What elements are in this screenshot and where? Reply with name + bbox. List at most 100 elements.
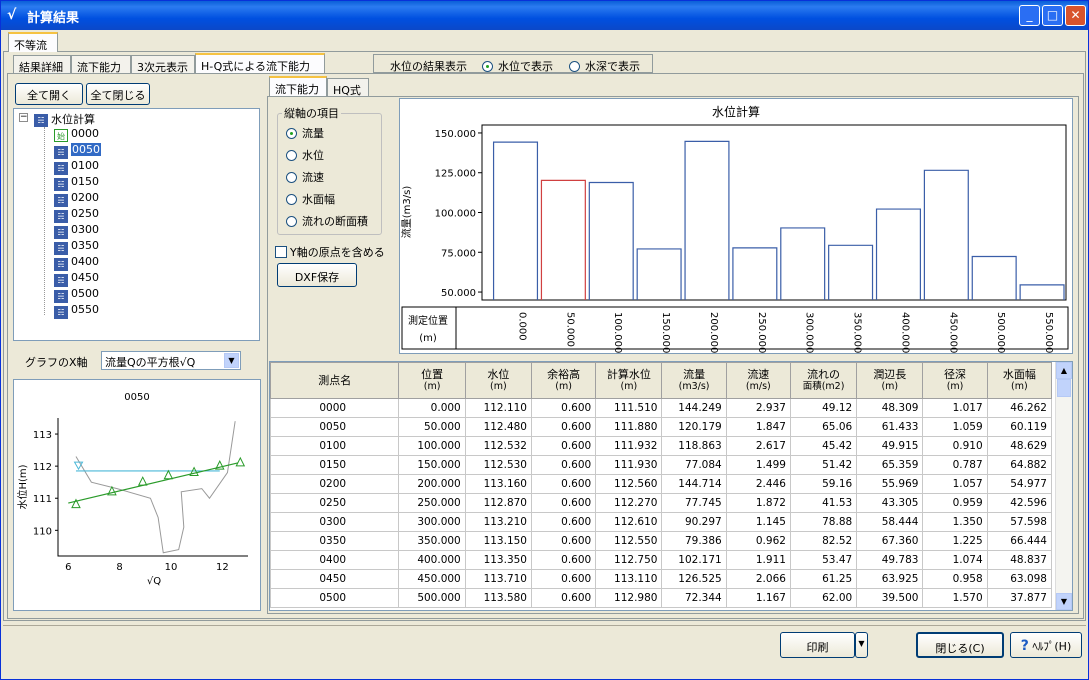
tree-item-0200[interactable]: ☵ 0200 [54,191,99,207]
tree-item-0500[interactable]: ☵ 0500 [54,287,99,303]
table-row[interactable]: 0450 450.000 113.710 0.600 113.110 126.525 2.0… [270,569,1053,589]
scroll-up-icon[interactable]: ▲ [1056,362,1072,379]
print-dropdown-icon[interactable]: ▼ [855,632,868,658]
table-cell: 57.598 [986,512,1053,532]
column-header[interactable]: 余裕高 (m) [530,362,597,399]
tree-item-0350[interactable]: ☵ 0350 [54,239,99,255]
axis-option-1[interactable]: 水位 [286,147,324,163]
axis-option-label: 水位 [302,149,324,162]
table-cell: 112.870 [464,493,532,513]
close-window-button[interactable]: ✕ [1065,5,1086,26]
tree-item-0000[interactable]: 始 0000 [54,127,99,143]
table-row[interactable]: 0100 100.000 112.532 0.600 111.932 118.863 2.6… [270,436,1053,456]
table-row[interactable]: 0500 500.000 113.580 0.600 112.980 72.344 1.16… [270,588,1053,608]
column-header[interactable]: 流量 (m3/s) [661,362,727,399]
title-bar[interactable]: √ 計算結果 _ □ ✕ [1,1,1088,30]
tree-item-label: 0350 [71,239,99,252]
tree-item-0050[interactable]: ☵ 0050 [54,143,101,159]
tree-root-label: 水位計算 [51,113,95,126]
tree-root[interactable]: ☵ 水位計算 [34,111,95,127]
tree-item-0100[interactable]: ☵ 0100 [54,159,99,175]
header-unit: (m/s) [745,380,771,392]
axis-option-2[interactable]: 流速 [286,169,324,185]
column-header[interactable]: 位置 (m) [398,362,466,399]
header-unit: (m) [423,380,441,392]
header-title: 測点名 [318,373,352,387]
graph-x-select[interactable]: 流量Qの平方根√Q ▼ [101,351,241,370]
radio-water-depth[interactable]: 水深で表示 [569,58,640,74]
table-cell: 0.787 [922,455,988,475]
table-cell: 63.925 [856,569,924,589]
column-header[interactable]: 径深 (m) [922,362,988,399]
table-cell: 100.000 [398,436,466,456]
y-origin-checkbox[interactable]: Y軸の原点を含める [275,244,385,260]
results-table: 測点名 位置 (m) 水位 (m) 余裕高 (m) 計算水位 (m) 流量 (m3/s) 流速 (m/s… [270,362,1053,608]
table-row[interactable]: 0300 300.000 113.210 0.600 112.610 90.297 1.14… [270,512,1053,532]
x-label-box [401,306,1069,350]
dxf-save-button[interactable]: DXF保存 [277,263,357,287]
header-title: 水位 [487,367,510,381]
table-row[interactable]: 0050 50.000 112.480 0.600 111.880 120.179 1.84… [270,417,1053,437]
table-row[interactable]: 0400 400.000 113.350 0.600 112.750 102.171 1.9… [270,550,1053,570]
table-cell: 42.596 [986,493,1053,513]
vertical-scrollbar[interactable]: ▲ ▼ [1055,362,1072,610]
table-row[interactable]: 0150 150.000 112.530 0.600 111.930 77.084 1.49… [270,455,1053,475]
table-cell: 144.714 [661,474,727,494]
main-chart: 水位計算 150.000 125.000 100.000 75.000 50.000 流量(… [400,104,1069,353]
tree-item-0550[interactable]: ☵ 0550 [54,303,99,319]
x-axis-label: 測定位置 [408,314,448,327]
tab-capacity[interactable]: 流下能力 [269,76,327,96]
tree-item-0450[interactable]: ☵ 0450 [54,271,99,287]
tab-hq-flow-capacity[interactable]: H-Q式による流下能力 [195,53,325,73]
minimize-button[interactable]: _ [1019,5,1040,26]
small-axes [57,418,248,557]
radio-water-level-label: 水位で表示 [498,60,553,73]
tab-result-detail[interactable]: 結果詳細 [13,55,71,75]
table-row[interactable]: 0350 350.000 113.150 0.600 112.550 79.386 0.96… [270,531,1053,551]
table-cell: 58.444 [856,512,924,532]
tree-item-0300[interactable]: ☵ 0300 [54,223,99,239]
radio-water-level[interactable]: 水位で表示 [482,58,553,74]
scroll-down-icon[interactable]: ▼ [1056,593,1072,610]
close-button[interactable]: 閉じる(C) [916,632,1004,658]
tree-item-0150[interactable]: ☵ 0150 [54,175,99,191]
tab-flow-capacity[interactable]: 流下能力 [71,55,131,75]
tree-item-0400[interactable]: ☵ 0400 [54,255,99,271]
table-cell: 111.880 [595,417,663,437]
table-cell: 61.25 [789,569,858,589]
axis-option-4[interactable]: 流れの断面積 [286,213,368,229]
chevron-down-icon[interactable]: ▼ [224,353,239,368]
column-header[interactable]: 流れの 面積(m2) [789,362,858,399]
help-label: ﾍﾙﾌﾟ(H) [1032,640,1072,653]
column-header[interactable]: 測点名 [270,362,400,399]
print-button[interactable]: 印刷 [780,632,855,658]
x-tick-label: 450.000 [947,312,958,353]
maximize-button[interactable]: □ [1042,5,1063,26]
tab-3d-view[interactable]: 3次元表示 [131,55,195,75]
column-header[interactable]: 流速 (m/s) [725,362,791,399]
axis-option-3[interactable]: 水面幅 [286,191,335,207]
table-row[interactable]: 0250 250.000 112.870 0.600 112.270 77.745 1.87… [270,493,1053,513]
collapse-toggle-icon[interactable]: − [19,113,28,122]
tree-item-label: 0250 [71,207,99,220]
column-header[interactable]: 計算水位 (m) [595,362,663,399]
tree-item-0250[interactable]: ☵ 0250 [54,207,99,223]
tab-unsteady[interactable]: 不等流 [8,32,58,52]
table-cell: 50.000 [398,417,466,437]
station-icon: ☵ [54,178,68,191]
expand-all-button[interactable]: 全て開く [15,83,83,105]
checkbox-box[interactable] [275,246,287,258]
column-header[interactable]: 水面幅 (m) [986,362,1053,399]
axis-option-label: 流量 [302,127,324,140]
axis-option-0[interactable]: 流量 [286,125,324,141]
column-header[interactable]: 水位 (m) [464,362,532,399]
scroll-thumb[interactable] [1057,379,1071,397]
table-cell: 1.145 [725,512,791,532]
tab-hq-formula[interactable]: HQ式 [327,78,369,98]
table-row[interactable]: 0200 200.000 113.160 0.600 112.560 144.714 2.4… [270,474,1053,494]
table-cell: 0350 [270,531,400,551]
collapse-all-button[interactable]: 全て閉じる [86,83,150,105]
table-row[interactable]: 0000 0.000 112.110 0.600 111.510 144.249 2.937… [270,398,1053,418]
help-button[interactable]: ? ﾍﾙﾌﾟ(H) [1010,632,1082,658]
column-header[interactable]: 潤辺長 (m) [856,362,924,399]
